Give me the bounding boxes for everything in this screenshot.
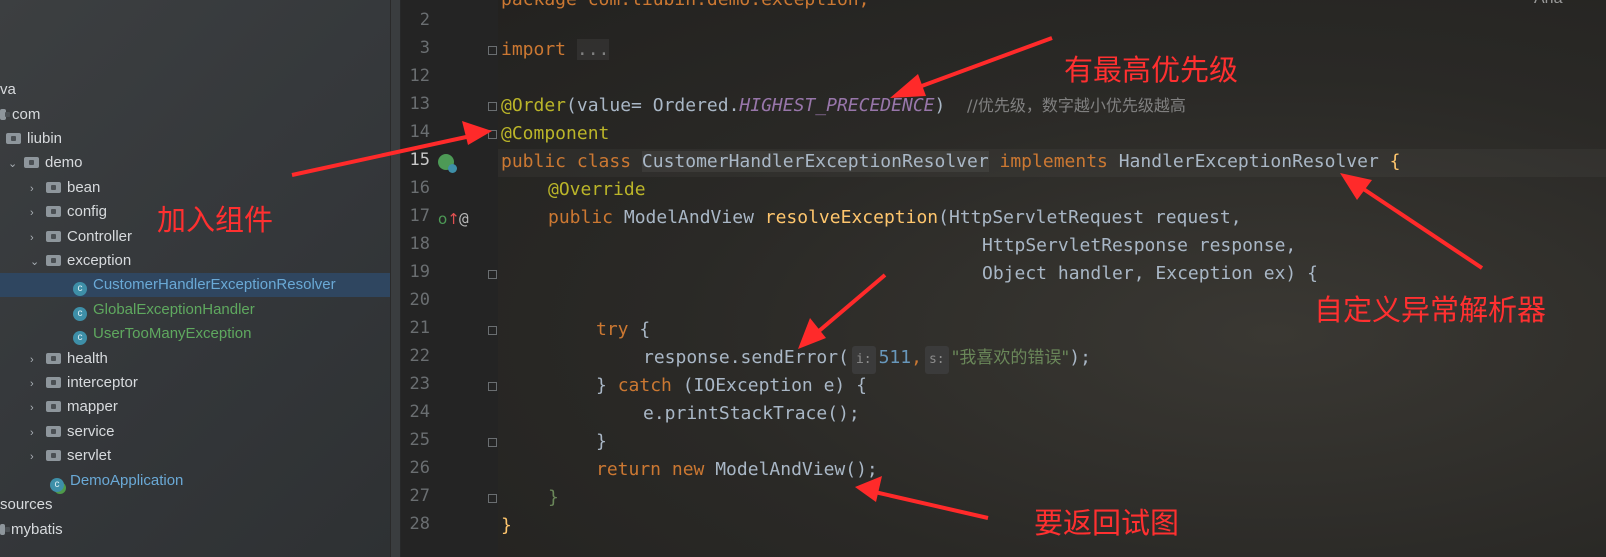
arrowhead <box>1340 173 1372 200</box>
arrowhead <box>855 476 882 502</box>
annotation-highest-priority: 有最高优先级 <box>1064 53 1239 87</box>
arrowhead <box>798 318 826 349</box>
arrowhead <box>462 121 492 145</box>
arrowhead <box>890 74 926 98</box>
arrow-line <box>291 132 481 177</box>
annotation-custom-resolver: 自定义异常解析器 <box>1314 293 1547 327</box>
annotation-return-view: 要返回试图 <box>1034 506 1180 540</box>
annotation-add-component: 加入组件 <box>157 203 274 237</box>
arrow-line <box>1348 178 1484 270</box>
arrow-line <box>899 36 1053 96</box>
arrow-line <box>865 488 989 520</box>
annotation-arrows <box>291 36 1484 520</box>
